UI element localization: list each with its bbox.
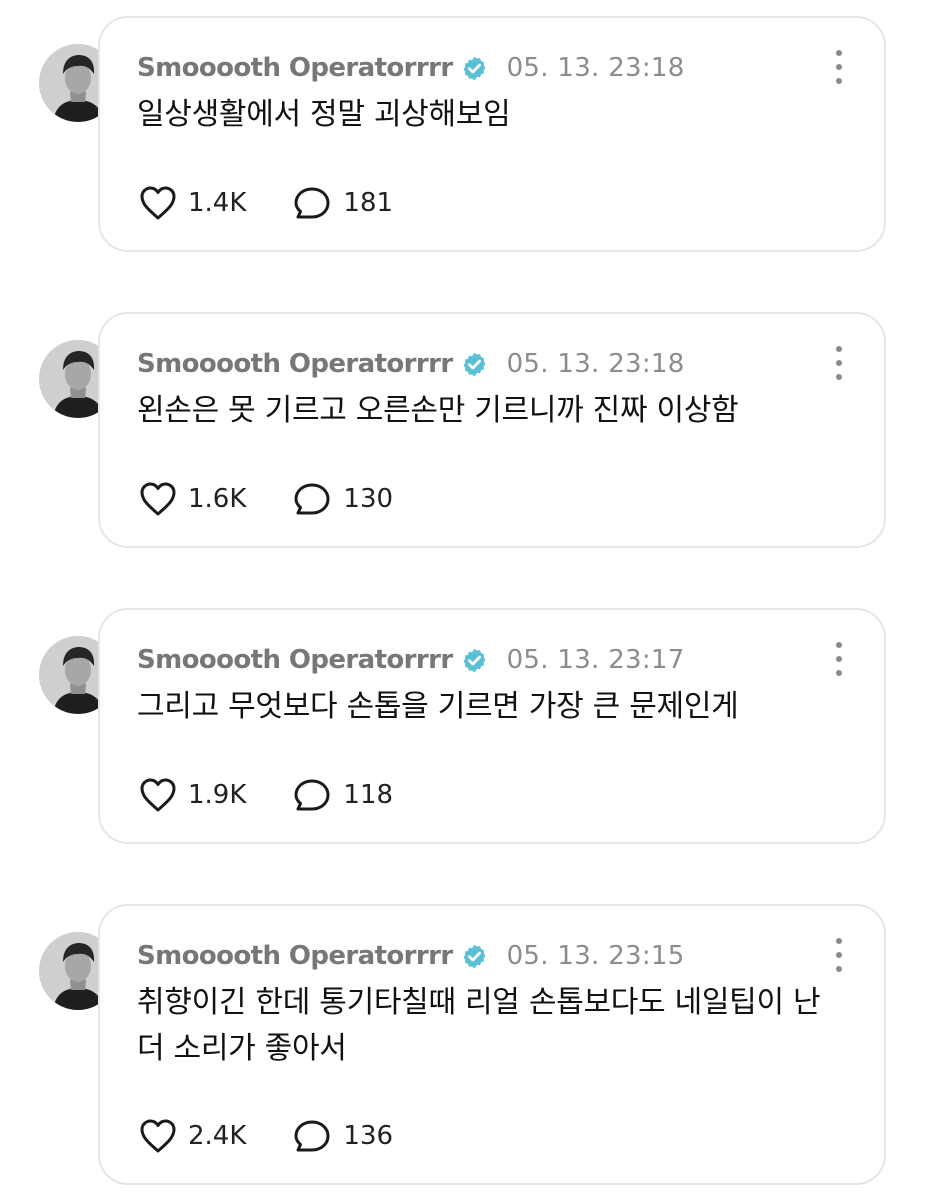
like-button[interactable]: 1.9K xyxy=(139,777,246,813)
verified-badge-icon xyxy=(461,943,488,970)
post-actions: 1.4K 181 xyxy=(139,183,393,223)
like-button[interactable]: 1.6K xyxy=(139,481,246,517)
heart-outline-icon xyxy=(140,1119,176,1153)
post-actions: 2.4K 136 xyxy=(139,1116,393,1156)
verified-badge-icon xyxy=(461,55,488,82)
like-button[interactable]: 1.4K xyxy=(139,185,246,221)
speech-bubble-icon xyxy=(294,187,330,219)
post-text: 취향이긴 한데 통기타칠때 리얼 손톱보다도 네일팁이 난 더 소리가 좋아서 xyxy=(137,985,821,1066)
speech-bubble-icon xyxy=(294,779,330,811)
post-header: Smooooth Operatorrrr 05. 13. 23:18 xyxy=(137,346,685,382)
author-name[interactable]: Smooooth Operatorrrr xyxy=(137,53,453,83)
comment-count: 136 xyxy=(343,1121,394,1151)
verified-badge-icon xyxy=(461,647,488,674)
post-timestamp: 05. 13. 23:18 xyxy=(506,53,685,83)
post-header: Smooooth Operatorrrr 05. 13. 23:18 xyxy=(137,50,685,86)
post-header: Smooooth Operatorrrr 05. 13. 23:17 xyxy=(137,642,685,678)
post-header: Smooooth Operatorrrr 05. 13. 23:15 xyxy=(137,938,685,974)
comment-button[interactable]: 136 xyxy=(292,1118,393,1154)
post-actions: 1.6K 130 xyxy=(139,479,393,519)
comment-count: 181 xyxy=(343,188,394,218)
comment-button[interactable]: 130 xyxy=(292,481,393,517)
comment-count: 130 xyxy=(343,484,394,514)
more-vertical-icon[interactable] xyxy=(834,642,844,676)
author-name[interactable]: Smooooth Operatorrrr xyxy=(137,941,453,971)
speech-bubble-icon xyxy=(294,483,330,515)
post-card[interactable]: Smooooth Operatorrrr 05. 13. 23:18 왼손은 못… xyxy=(98,312,886,548)
like-count: 1.6K xyxy=(188,484,247,514)
heart-outline-icon xyxy=(140,482,176,516)
more-vertical-icon[interactable] xyxy=(834,938,844,972)
more-vertical-icon[interactable] xyxy=(834,346,844,380)
verified-badge-icon xyxy=(461,351,488,378)
speech-bubble-icon xyxy=(294,1120,330,1152)
comment-button[interactable]: 118 xyxy=(292,777,393,813)
author-name[interactable]: Smooooth Operatorrrr xyxy=(137,645,453,675)
like-button[interactable]: 2.4K xyxy=(139,1118,246,1154)
like-count: 2.4K xyxy=(188,1121,247,1151)
post-text: 그리고 무엇보다 손톱을 기르면 가장 큰 문제인게 xyxy=(137,689,739,724)
post-card[interactable]: Smooooth Operatorrrr 05. 13. 23:17 그리고 무… xyxy=(98,608,886,844)
author-name[interactable]: Smooooth Operatorrrr xyxy=(137,349,453,379)
heart-outline-icon xyxy=(140,186,176,220)
like-count: 1.9K xyxy=(188,780,247,810)
comment-button[interactable]: 181 xyxy=(292,185,393,221)
more-vertical-icon[interactable] xyxy=(834,50,844,84)
post-timestamp: 05. 13. 23:17 xyxy=(506,645,685,675)
post-card[interactable]: Smooooth Operatorrrr 05. 13. 23:18 일상생활에… xyxy=(98,16,886,252)
heart-outline-icon xyxy=(140,778,176,812)
post-card[interactable]: Smooooth Operatorrrr 05. 13. 23:15 취향이긴 … xyxy=(98,904,886,1185)
post-timestamp: 05. 13. 23:15 xyxy=(506,941,685,971)
post-actions: 1.9K 118 xyxy=(139,775,393,815)
comment-count: 118 xyxy=(343,780,394,810)
post-text: 일상생활에서 정말 괴상해보임 xyxy=(137,97,511,132)
like-count: 1.4K xyxy=(188,188,247,218)
post-text: 왼손은 못 기르고 오른손만 기르니까 진짜 이상함 xyxy=(137,393,739,428)
post-timestamp: 05. 13. 23:18 xyxy=(506,349,685,379)
